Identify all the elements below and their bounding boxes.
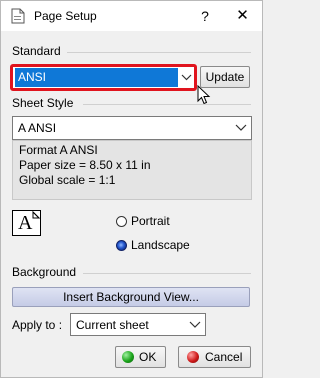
dialog-title: Page Setup	[34, 9, 97, 23]
chevron-down-icon[interactable]	[233, 119, 249, 137]
sheet-style-combobox[interactable]: A ANSI	[12, 116, 252, 140]
standard-selected-value: ANSI	[15, 68, 178, 87]
background-section-label: Background	[12, 265, 77, 279]
standard-section-label: Standard	[12, 44, 61, 58]
update-button[interactable]: Update	[200, 66, 250, 88]
paper-size-text: Paper size = 8.50 x 11 in	[19, 158, 151, 172]
sheet-style-divider	[83, 104, 251, 105]
ok-button[interactable]: OK	[115, 346, 166, 368]
cancel-label: Cancel	[205, 350, 243, 364]
landscape-radio[interactable]	[116, 240, 127, 251]
background-divider	[83, 273, 251, 274]
orientation-preview-icon: A	[12, 210, 41, 236]
apply-to-combobox[interactable]: Current sheet	[70, 313, 206, 336]
apply-to-label: Apply to :	[12, 318, 63, 332]
cancel-button[interactable]: Cancel	[178, 346, 251, 368]
orientation-letter: A	[18, 212, 33, 234]
standard-value-text: ANSI	[18, 70, 47, 84]
cancel-icon	[187, 351, 199, 363]
format-name-text: Format A ANSI	[19, 143, 98, 157]
global-scale-text: Global scale = 1:1	[19, 173, 116, 187]
chevron-down-icon[interactable]	[179, 68, 194, 87]
apply-to-value: Current sheet	[76, 318, 149, 332]
close-button[interactable]: ✕	[223, 1, 262, 31]
title-bar[interactable]: Page Setup ? ✕	[1, 1, 262, 31]
ok-icon	[122, 351, 134, 363]
sheet-style-section-label: Sheet Style	[12, 96, 74, 110]
page-setup-dialog: Page Setup ? ✕ Standard ANSI Update Shee…	[0, 0, 263, 378]
ok-label: OK	[139, 350, 157, 364]
format-info-box: Format A ANSI Paper size = 8.50 x 11 in …	[12, 140, 252, 200]
standard-divider	[67, 52, 251, 53]
page-setup-app-icon	[11, 8, 25, 24]
landscape-label[interactable]: Landscape	[131, 238, 190, 252]
help-button[interactable]: ?	[187, 1, 223, 31]
portrait-label[interactable]: Portrait	[131, 214, 170, 228]
portrait-radio[interactable]	[116, 216, 127, 227]
mouse-cursor-icon	[197, 85, 211, 105]
sheet-style-value: A ANSI	[18, 121, 57, 135]
insert-background-view-button[interactable]: Insert Background View...	[12, 287, 250, 307]
chevron-down-icon[interactable]	[187, 316, 203, 334]
standard-combobox[interactable]: ANSI	[10, 64, 197, 91]
